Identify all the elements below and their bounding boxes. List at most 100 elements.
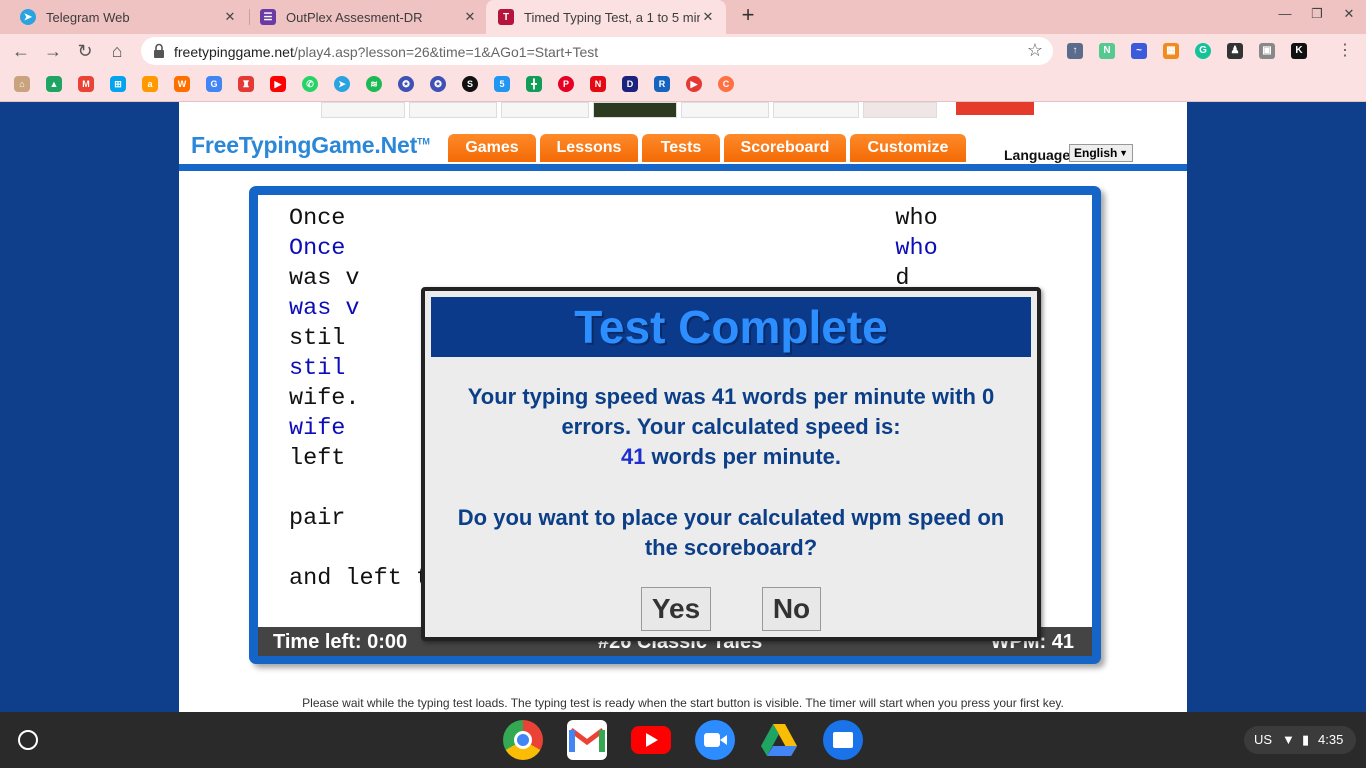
close-window-icon[interactable]: ✕ xyxy=(1340,6,1358,22)
close-icon[interactable]: ✕ xyxy=(700,9,716,25)
gmail-icon[interactable] xyxy=(567,720,607,760)
dialog-header: Test Complete xyxy=(431,297,1031,357)
bookmark-telegram-icon[interactable]: ➤ xyxy=(334,76,350,92)
bookmark-whatsapp-icon[interactable]: ✆ xyxy=(302,76,318,92)
question-line-1: Do you want to place your calculated wpm… xyxy=(457,505,1005,530)
bookmark-netflix-icon[interactable]: N xyxy=(590,76,606,92)
menu-icon[interactable]: ⋮ xyxy=(1334,40,1356,62)
ad-thumbnail[interactable] xyxy=(409,102,497,118)
extension-puzzle-icon[interactable]: ▣ xyxy=(1259,43,1275,59)
ad-thumbnail[interactable] xyxy=(501,102,589,118)
ad-thumbnail[interactable] xyxy=(863,102,937,118)
home-icon[interactable]: ⌂ xyxy=(106,40,128,62)
back-icon[interactable]: ← xyxy=(10,40,32,62)
bookmark-play-icon[interactable]: ▶ xyxy=(686,76,702,92)
bookmark-youtube-icon[interactable]: ▶ xyxy=(270,76,286,92)
bookmark-home-icon[interactable]: ⌂ xyxy=(14,76,30,92)
ad-thumbnail[interactable] xyxy=(773,102,859,118)
extension-k-icon[interactable]: K xyxy=(1291,43,1307,59)
nav-scoreboard[interactable]: Scoreboard xyxy=(724,134,846,162)
wifi-icon: ▼ xyxy=(1282,732,1295,747)
logo-trademark: TM xyxy=(417,136,430,147)
minimize-icon[interactable]: — xyxy=(1276,6,1294,21)
ad-thumbnail[interactable] xyxy=(681,102,769,118)
reload-icon[interactable]: ↻ xyxy=(74,40,96,62)
bookmark-microsoft-icon[interactable]: ⊞ xyxy=(110,76,126,92)
typing-test-icon: T xyxy=(498,9,514,25)
forms-icon: ☰ xyxy=(260,9,276,25)
status-tray[interactable]: US ▼ ▮ 4:35 xyxy=(1244,726,1356,754)
ad-strip[interactable] xyxy=(321,102,941,118)
grammarly-icon[interactable]: G xyxy=(1195,43,1211,59)
result-line-3-suffix: words per minute. xyxy=(645,444,842,469)
browser-tab-strip: ➤ Telegram Web ✕ ☰ OutPlex Assesment-DR … xyxy=(0,0,1366,34)
extension-wave-icon[interactable]: ~ xyxy=(1131,43,1147,59)
dialog-result-text: Your typing speed was 41 words per minut… xyxy=(425,382,1037,472)
ad-thumbnail[interactable] xyxy=(321,102,405,118)
bookmark-sheets-icon[interactable]: ╋ xyxy=(526,76,542,92)
result-line-3: 41 words per minute. xyxy=(425,442,1037,472)
bookmark-w-icon[interactable]: W xyxy=(174,76,190,92)
bookmark-disney-icon[interactable]: D xyxy=(622,76,638,92)
question-line-2: the scoreboard? xyxy=(644,535,818,560)
os-shelf: US ▼ ▮ 4:35 xyxy=(0,712,1366,768)
lock-icon xyxy=(154,43,164,58)
bookmark-calendar-icon[interactable]: 5 xyxy=(494,76,510,92)
bookmark-s-icon[interactable]: S xyxy=(462,76,478,92)
files-icon[interactable] xyxy=(823,720,863,760)
no-button[interactable]: No xyxy=(762,587,821,631)
bookmark-crest2-icon[interactable]: ✪ xyxy=(430,76,446,92)
bookmark-pinterest-icon[interactable]: P xyxy=(558,76,574,92)
bookmark-drive-icon[interactable]: ▲ xyxy=(46,76,62,92)
nav-tests[interactable]: Tests xyxy=(642,134,720,162)
calculated-speed: 41 xyxy=(620,444,646,469)
forward-icon[interactable]: → xyxy=(42,40,64,62)
bookmark-crest-icon[interactable]: ✪ xyxy=(398,76,414,92)
time-left: Time left: 0:00 xyxy=(273,631,408,653)
zoom-icon[interactable] xyxy=(695,720,735,760)
launcher-icon[interactable] xyxy=(18,730,38,750)
ad-thumbnail[interactable] xyxy=(593,102,677,118)
tab-telegram[interactable]: ➤ Telegram Web ✕ xyxy=(8,0,248,34)
youtube-icon[interactable] xyxy=(631,726,671,754)
page-content: FreeTypingGame.NetTM Games Lessons Tests… xyxy=(179,102,1187,712)
language-label: Language xyxy=(1004,147,1071,163)
close-icon[interactable]: ✕ xyxy=(222,9,238,25)
restore-icon[interactable]: ❐ xyxy=(1308,6,1326,22)
close-icon[interactable]: ✕ xyxy=(462,9,478,25)
bookmark-star-icon[interactable]: ☆ xyxy=(1027,40,1043,61)
browser-toolbar: ← → ↻ ⌂ freetypinggame.net/play4.asp?les… xyxy=(0,34,1366,68)
nav-customize[interactable]: Customize xyxy=(850,134,966,162)
result-line-2: errors. Your calculated speed is: xyxy=(561,414,901,439)
tab-typing-test[interactable]: T Timed Typing Test, a 1 to 5 minu ✕ xyxy=(486,0,726,34)
address-bar[interactable]: freetypinggame.net/play4.asp?lesson=26&t… xyxy=(141,37,1053,65)
language-select[interactable]: English ▼ xyxy=(1069,144,1133,162)
url-path: /play4.asp?lesson=26&time=1&AGo1=Start+T… xyxy=(293,44,599,60)
logo-text: FreeTypingGame.Net xyxy=(191,132,418,158)
ad-banner[interactable] xyxy=(956,102,1034,115)
extension-grid-icon[interactable]: ▦ xyxy=(1163,43,1179,59)
site-logo[interactable]: FreeTypingGame.NetTM xyxy=(191,132,430,159)
nav-lessons[interactable]: Lessons xyxy=(540,134,638,162)
drive-icon[interactable] xyxy=(759,720,799,760)
test-complete-dialog: Test Complete Your typing speed was 41 w… xyxy=(421,287,1041,641)
battery-icon: ▮ xyxy=(1302,732,1310,747)
tab-outplex[interactable]: ☰ OutPlex Assesment-DR ✕ xyxy=(248,0,488,34)
nav-games[interactable]: Games xyxy=(448,134,536,162)
new-tab-button[interactable]: + xyxy=(737,4,759,27)
bookmark-translate-icon[interactable]: G xyxy=(206,76,222,92)
extension-n-icon[interactable]: N xyxy=(1099,43,1115,59)
bookmark-spotify-icon[interactable]: ≋ xyxy=(366,76,382,92)
clock: 4:35 xyxy=(1318,732,1344,747)
bookmark-gmail-icon[interactable]: M xyxy=(78,76,94,92)
chrome-icon[interactable] xyxy=(503,720,543,760)
bookmark-red-icon[interactable]: ♜ xyxy=(238,76,254,92)
tab-title: OutPlex Assesment-DR xyxy=(286,9,423,25)
extension-upload-icon[interactable]: ↑ xyxy=(1067,43,1083,59)
loading-message: Please wait while the typing test loads.… xyxy=(302,696,1064,710)
bookmark-c-icon[interactable]: C xyxy=(718,76,734,92)
bookmark-r-icon[interactable]: R xyxy=(654,76,670,92)
extension-profile-icon[interactable]: ♟ xyxy=(1227,43,1243,59)
bookmark-amazon-icon[interactable]: a xyxy=(142,76,158,92)
yes-button[interactable]: Yes xyxy=(641,587,711,631)
